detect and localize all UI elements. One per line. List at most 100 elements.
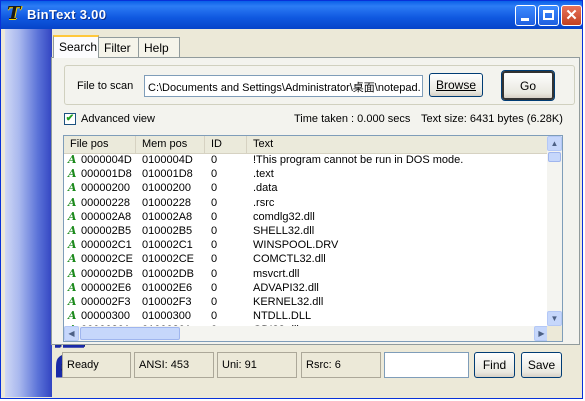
tab-filter-label: Filter [104, 41, 131, 55]
tab-search[interactable]: Search [53, 35, 99, 58]
table-row[interactable]: A 000001D8 010001D8 0 .text [64, 167, 549, 181]
browse-button[interactable]: Browse [429, 73, 483, 97]
mem-pos-cell: 01000300 [142, 310, 191, 323]
column-header-id[interactable]: ID [205, 136, 247, 153]
vertical-scroll-thumb[interactable] [548, 152, 561, 162]
table-row[interactable]: A 00000300 01000300 0 NTDLL.DLL [64, 309, 549, 323]
window-title: BinText 3.00 [27, 7, 107, 22]
tab-filter[interactable]: Filter [98, 37, 139, 57]
table-row[interactable]: A 000002E6 010002E6 0 ADVAPI32.dll [64, 281, 549, 295]
mem-pos-cell: 010002C1 [142, 239, 193, 252]
advanced-view-label[interactable]: Advanced view [81, 113, 155, 125]
status-resource-count: Rsrc: 6 [301, 352, 381, 378]
ansi-string-icon: A [68, 167, 77, 181]
horizontal-scrollbar[interactable]: ◀ ▶ [64, 326, 549, 341]
text-cell: KERNEL32.dll [253, 295, 324, 308]
list-header: File pos Mem pos ID Text [64, 136, 549, 154]
title-bar[interactable]: T BinText 3.00 ✕ [1, 1, 582, 29]
bintext-app-icon[interactable]: T [7, 5, 23, 23]
table-row[interactable]: A 000002C1 010002C1 0 WINSPOOL.DRV [64, 238, 549, 252]
column-header-mem-pos[interactable]: Mem pos [136, 136, 205, 153]
find-input[interactable] [384, 352, 469, 378]
text-cell: msvcrt.dll [253, 267, 300, 280]
find-button[interactable]: Find [474, 352, 515, 378]
text-cell: NTDLL.DLL [253, 310, 312, 323]
time-taken-text: Time taken : 0.000 secs [294, 113, 411, 125]
file-pos-cell: 00000200 [81, 182, 130, 195]
file-pos-cell: 000002DB [81, 267, 133, 280]
text-cell: ADVAPI32.dll [253, 281, 319, 294]
mem-pos-cell: 010002A8 [142, 210, 193, 223]
file-pos-cell: 000002A8 [81, 210, 132, 223]
minimize-icon [521, 18, 529, 21]
table-row[interactable]: A 00000228 01000228 0 .rsrc [64, 196, 549, 210]
scroll-left-button[interactable]: ◀ [64, 326, 79, 341]
id-cell: 0 [211, 281, 218, 294]
text-cell: comdlg32.dll [253, 210, 315, 223]
ansi-string-icon: A [68, 266, 77, 280]
chevron-down-icon: ▼ [550, 314, 559, 323]
table-row[interactable]: A 000002DB 010002DB 0 msvcrt.dll [64, 267, 549, 281]
mem-pos-cell: 010002F3 [142, 295, 192, 308]
file-pos-cell: 000002E6 [81, 281, 132, 294]
table-row[interactable]: A 000002CE 010002CE 0 COMCTL32.dll [64, 252, 549, 266]
table-row[interactable]: A 000002B5 010002B5 0 SHELL32.dll [64, 224, 549, 238]
text-cell: COMCTL32.dll [253, 253, 326, 266]
id-cell: 0 [211, 253, 218, 266]
table-row[interactable]: A 00000200 01000200 0 .data [64, 181, 549, 195]
ansi-string-icon: A [68, 280, 77, 294]
minimize-button[interactable] [515, 5, 536, 26]
ansi-string-icon: A [68, 209, 77, 223]
maximize-button[interactable] [538, 5, 559, 26]
tab-help-label: Help [144, 41, 169, 55]
id-cell: 0 [211, 267, 218, 280]
checkmark-icon: ✔ [65, 113, 75, 124]
text-size-text: Text size: 6431 bytes (6.28K) [421, 113, 563, 125]
close-button[interactable]: ✕ [561, 5, 582, 26]
id-cell: 0 [211, 196, 218, 209]
id-cell: 0 [211, 310, 218, 323]
ansi-string-icon: A [68, 223, 77, 237]
status-ansi-count: ANSI: 453 [134, 352, 214, 378]
vertical-scrollbar[interactable]: ▲ ▼ [547, 136, 562, 326]
save-button[interactable]: Save [521, 352, 562, 378]
id-cell: 0 [211, 224, 218, 237]
ansi-string-icon: A [68, 195, 77, 209]
id-cell: 0 [211, 154, 218, 166]
text-cell: .rsrc [253, 196, 275, 209]
file-to-scan-label: File to scan [77, 80, 134, 92]
mem-pos-cell: 0100004D [142, 154, 193, 166]
status-unicode-count: Uni: 91 [217, 352, 297, 378]
horizontal-scroll-thumb[interactable] [80, 327, 180, 340]
table-row[interactable]: A 000002A8 010002A8 0 comdlg32.dll [64, 210, 549, 224]
scroll-up-button[interactable]: ▲ [547, 136, 562, 151]
strings-list[interactable]: File pos Mem pos ID Text A 0000004D 010000… [63, 135, 563, 342]
column-header-text[interactable]: Text [247, 136, 549, 153]
file-pos-cell: 00000228 [81, 196, 130, 209]
chevron-left-icon: ◀ [68, 329, 75, 338]
ansi-string-icon: A [68, 252, 77, 266]
column-header-file-pos[interactable]: File pos [64, 136, 136, 153]
ansi-string-icon: A [68, 294, 77, 308]
ansi-string-icon: A [68, 181, 77, 195]
advanced-view-checkbox[interactable]: ✔ [64, 113, 76, 125]
scroll-down-button[interactable]: ▼ [547, 311, 562, 326]
text-cell: SHELL32.dll [253, 224, 315, 237]
table-row[interactable]: A 000002F3 010002F3 0 KERNEL32.dll [64, 295, 549, 309]
tab-search-label: Search [59, 40, 98, 54]
id-cell: 0 [211, 182, 218, 195]
chevron-up-icon: ▲ [550, 139, 559, 148]
status-ready: Ready [62, 352, 131, 378]
file-pos-cell: 000002C1 [81, 239, 132, 252]
app-window: T BinText 3.00 ✕ BinText Search Filter H… [0, 0, 583, 399]
tab-help[interactable]: Help [138, 37, 180, 57]
file-path-input[interactable]: C:\Documents and Settings\Administrator\… [144, 75, 423, 97]
scrollbar-corner [547, 326, 562, 341]
mem-pos-cell: 010001D8 [142, 168, 193, 181]
mem-pos-cell: 010002B5 [142, 224, 193, 237]
id-cell: 0 [211, 239, 218, 252]
table-row[interactable]: A 0000004D 0100004D 0 !This program cannot b… [64, 153, 549, 167]
chevron-right-icon: ▶ [538, 329, 545, 338]
go-button[interactable]: Go [501, 70, 555, 101]
ansi-string-icon: A [68, 309, 77, 323]
